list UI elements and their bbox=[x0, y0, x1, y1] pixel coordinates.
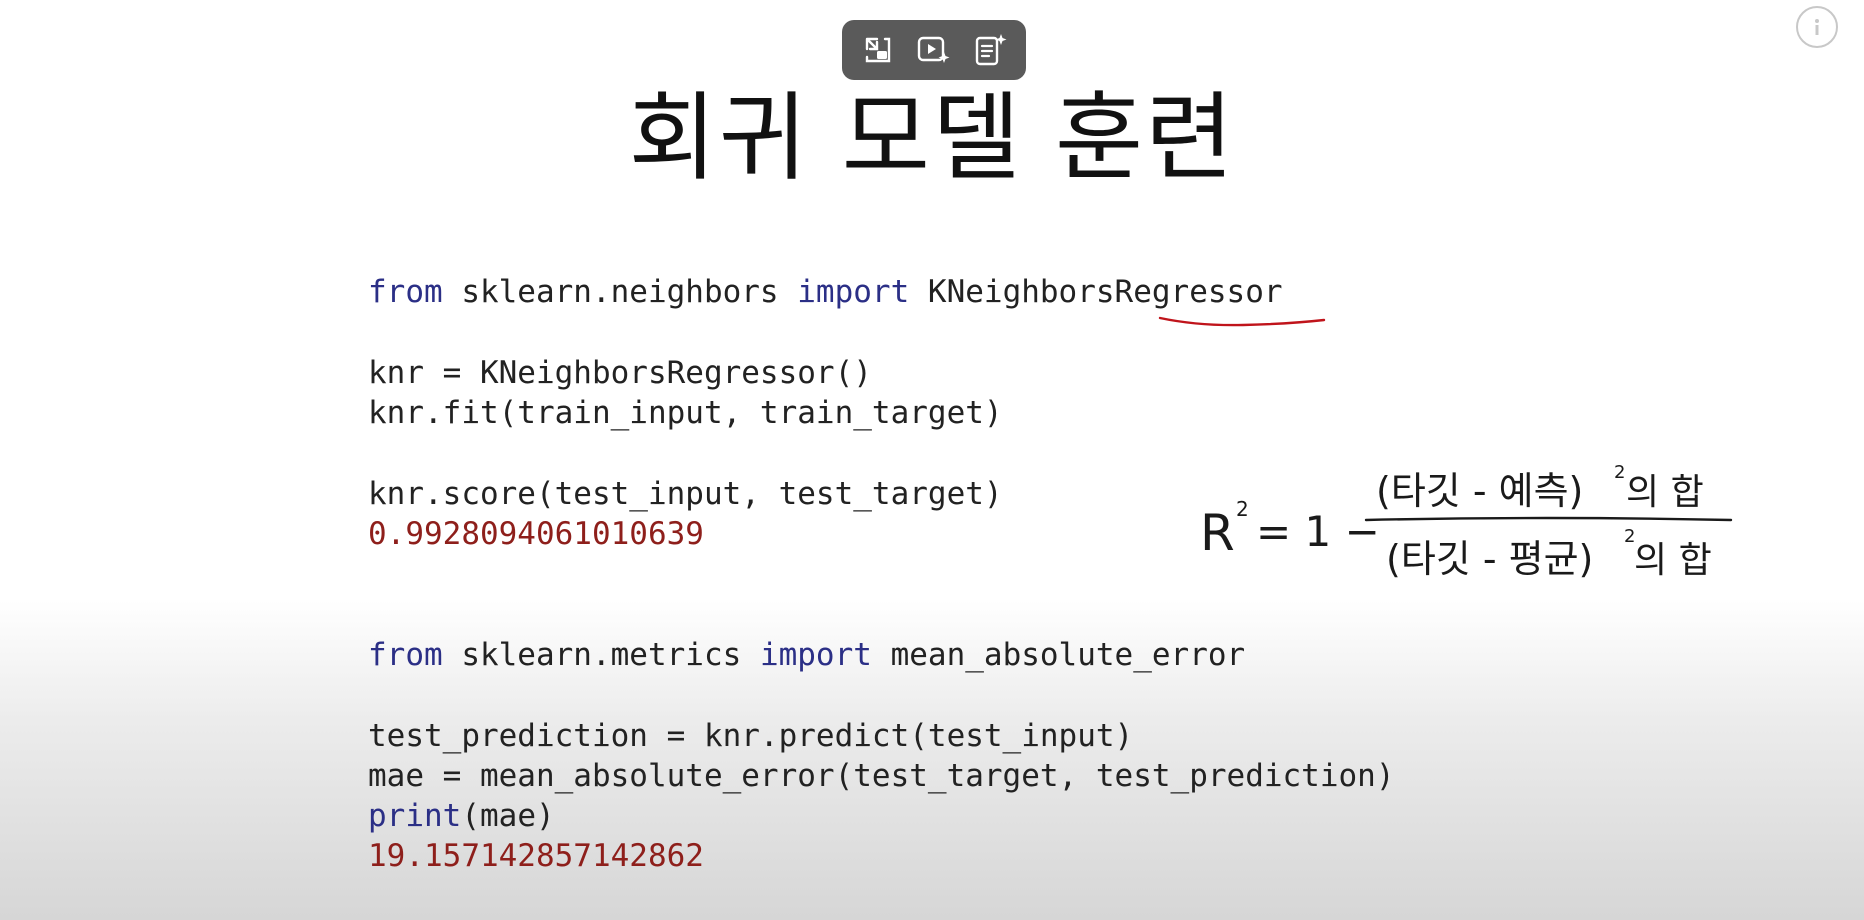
score-output: 0.9928094061010639 bbox=[368, 516, 704, 552]
function-name: mean_absolute_error bbox=[871, 637, 1246, 673]
code-line-import-knr: from sklearn.neighbors import KNeighbors… bbox=[368, 272, 1283, 312]
video-overlay-toolbar bbox=[842, 20, 1026, 80]
notes-sparkle-icon bbox=[975, 34, 1007, 66]
keyword-from: from bbox=[368, 637, 443, 673]
code-line-create-knr: knr = KNeighborsRegressor() bbox=[368, 355, 872, 391]
video-summary-button[interactable] bbox=[912, 28, 956, 72]
code-line-fit: knr.fit(train_input, train_target) bbox=[368, 395, 1003, 431]
pip-icon bbox=[865, 37, 891, 63]
mae-output: 19.157142857142862 bbox=[368, 838, 704, 874]
formula-numerator-tail: 의 합 bbox=[1626, 472, 1704, 513]
fraction-bar bbox=[1364, 516, 1733, 522]
module-name: sklearn.neighbors bbox=[442, 274, 798, 310]
formula-denominator-tail: 의 합 bbox=[1634, 540, 1712, 581]
pip-button[interactable] bbox=[856, 28, 900, 72]
module-name: sklearn.metrics bbox=[442, 637, 760, 673]
formula-lhs: R bbox=[1200, 504, 1235, 562]
notes-button[interactable] bbox=[968, 28, 1012, 72]
formula-numerator-exp: 2 bbox=[1614, 462, 1625, 483]
info-icon bbox=[1815, 19, 1819, 35]
slide-title: 회귀 모델 훈련 bbox=[628, 82, 1236, 194]
code-line-import-mae: from sklearn.metrics import mean_absolut… bbox=[368, 635, 1245, 675]
code-line-predict: test_prediction = knr.predict(test_input… bbox=[368, 718, 1134, 754]
class-name: KNeighborsRegressor bbox=[909, 274, 1283, 310]
keyword-import: import bbox=[759, 637, 872, 673]
keyword-print: print bbox=[368, 798, 462, 834]
code-line-print: print(mae) bbox=[368, 798, 555, 834]
code-line-score: knr.score(test_input, test_target) bbox=[368, 476, 1003, 512]
red-annotation-underline bbox=[1158, 316, 1326, 327]
keyword-import: import bbox=[797, 274, 910, 310]
formula-denominator: (타깃 - 평균) bbox=[1386, 537, 1593, 581]
formula-lhs-exp: 2 bbox=[1236, 497, 1249, 521]
handwritten-r2-formula: R 2 = 1 − (타깃 - 예측) 2 의 합 (타깃 - 평균) 2 의 … bbox=[1200, 462, 1733, 581]
keyword-from: from bbox=[368, 274, 443, 310]
formula-numerator: (타깃 - 예측) bbox=[1376, 469, 1583, 513]
info-button[interactable] bbox=[1796, 6, 1838, 48]
formula-equals-one-minus: = 1 − bbox=[1256, 507, 1380, 556]
video-sparkle-icon bbox=[917, 36, 950, 63]
code-line-mae: mae = mean_absolute_error(test_target, t… bbox=[368, 758, 1395, 794]
